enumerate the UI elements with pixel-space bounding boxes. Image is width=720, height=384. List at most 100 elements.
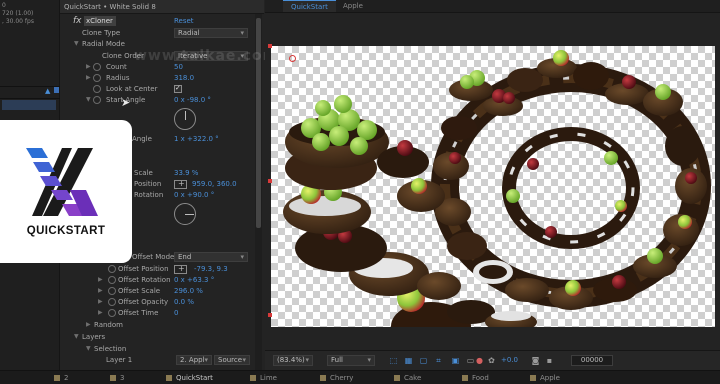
prop-radius: ▶ Radius 318.0 <box>60 73 264 84</box>
composition-viewer[interactable] <box>265 13 720 350</box>
twirl-right-icon[interactable]: ▶ <box>86 74 91 81</box>
position-target-icon[interactable] <box>174 179 187 189</box>
prop-offset-position: Offset Position -79.3, 9.3 <box>60 264 264 275</box>
stopwatch-icon[interactable] <box>93 85 101 93</box>
stopwatch-icon[interactable] <box>108 309 116 317</box>
exposure-reset-icon[interactable]: ✿ <box>487 356 496 365</box>
offset-rotation-value[interactable]: 0 x +63.3 ° <box>174 276 214 284</box>
twirl-right-icon[interactable]: ▶ <box>98 276 103 283</box>
prop-label: Layer 1 <box>106 356 133 364</box>
region-icon[interactable]: ⬚ <box>389 356 398 365</box>
start-angle-dial[interactable] <box>174 108 196 130</box>
layer-handle[interactable] <box>268 313 272 317</box>
layer-dropdown[interactable]: 2. Appl <box>176 355 212 365</box>
prop-offset-rotation: ▶ Offset Rotation 0 x +63.3 ° <box>60 275 264 286</box>
label-color-icon[interactable] <box>54 87 59 93</box>
position-value[interactable]: 959.0, 360.0 <box>192 180 237 188</box>
twirl-right-icon[interactable]: ▶ <box>98 298 103 305</box>
twirl-down-icon[interactable]: ▼ <box>74 333 79 340</box>
comp-icon <box>54 375 60 381</box>
rotation-value[interactable]: 0 x +90.0 ° <box>174 191 214 199</box>
position-target-icon[interactable] <box>174 264 187 274</box>
zoom-dropdown[interactable]: (83.4%) <box>273 355 313 366</box>
quickstart-wordmark: QUICKSTART <box>26 225 106 237</box>
group-layers[interactable]: ▼ Layers <box>60 332 264 343</box>
group-label: Radial Mode <box>82 40 125 48</box>
exposure-value[interactable]: +0.0 <box>501 356 518 364</box>
crop-icon[interactable]: ⌗ <box>434 356 443 365</box>
project-item-selected[interactable] <box>2 100 56 110</box>
timeline-tab[interactable]: Cake <box>394 373 421 383</box>
stopwatch-icon[interactable] <box>108 298 116 306</box>
timeline-tab[interactable]: Food <box>462 373 489 383</box>
fx-toggle-icon[interactable]: fx <box>73 16 82 26</box>
guides-icon[interactable]: ▣ <box>451 356 460 365</box>
stopwatch-icon[interactable] <box>93 63 101 71</box>
count-value[interactable]: 50 <box>174 63 183 71</box>
look-at-center-checkbox[interactable] <box>174 84 182 93</box>
angle-value[interactable]: 1 x +322.0 ° <box>174 135 219 143</box>
rotation-dial[interactable] <box>174 203 196 225</box>
prop-label: Angle <box>132 135 152 143</box>
tab-quickstart[interactable]: QuickStart <box>283 0 336 12</box>
tab-apple[interactable]: Apple <box>335 0 371 12</box>
prop-clone-type: Clone Type Radial <box>60 28 264 39</box>
anchor-point-icon[interactable] <box>289 55 296 62</box>
stopwatch-icon[interactable] <box>108 276 116 284</box>
timeline-tab[interactable]: 2 <box>54 373 68 383</box>
twirl-right-icon[interactable]: ▶ <box>98 287 103 294</box>
timeline-tab-quickstart[interactable]: QuickStart <box>166 373 213 383</box>
camera-icon[interactable]: ◙ <box>531 356 540 365</box>
effect-name[interactable]: xCloner <box>84 16 116 26</box>
twirl-down-icon[interactable]: ▼ <box>74 40 79 47</box>
channel-icon[interactable]: ● <box>475 356 484 365</box>
offset-opacity-value[interactable]: 0.0 % <box>174 298 194 306</box>
prop-label: Offset Time <box>118 309 159 317</box>
twirl-right-icon[interactable]: ▶ <box>86 63 91 70</box>
group-selection[interactable]: ▼ Selection <box>60 344 264 355</box>
prop-label: Radius <box>106 74 130 82</box>
source-dropdown[interactable]: Source <box>214 355 250 365</box>
stopwatch-icon[interactable] <box>93 96 101 104</box>
prop-label: Offset Position <box>118 265 169 273</box>
timeline-tab[interactable]: Cherry <box>320 373 353 383</box>
sort-arrow-icon[interactable]: ▲ <box>45 87 50 95</box>
project-divider <box>0 86 60 87</box>
timeline-tab[interactable]: Lime <box>250 373 277 383</box>
layer-handle[interactable] <box>268 44 272 48</box>
prop-label: Clone Type <box>82 29 121 37</box>
composition-canvas[interactable] <box>271 46 715 327</box>
twirl-right-icon[interactable]: ▶ <box>98 309 103 316</box>
mask-icon[interactable]: ▢ <box>419 356 428 365</box>
radial-clone-artwork <box>283 50 711 327</box>
offset-time-value[interactable]: 0 <box>174 309 178 317</box>
offset-position-value[interactable]: -79.3, 9.3 <box>194 265 228 273</box>
timeline-tab[interactable]: 3 <box>110 373 124 383</box>
offset-mode-dropdown[interactable]: End <box>174 252 248 262</box>
timecode-field[interactable]: 00000 <box>571 355 613 366</box>
stopwatch-icon[interactable] <box>108 265 116 273</box>
twirl-right-icon[interactable]: ▶ <box>86 321 91 328</box>
offset-scale-value[interactable]: 296.0 % <box>174 287 203 295</box>
prop-label: Offset Mode <box>132 253 175 261</box>
show-snapshot-icon[interactable]: ▪ <box>545 356 554 365</box>
scale-value[interactable]: 33.9 % <box>174 169 198 177</box>
resolution-dropdown[interactable]: Full <box>327 355 375 366</box>
group-random[interactable]: ▶ Random <box>60 320 264 331</box>
channel-icon[interactable]: ▭ <box>466 356 475 365</box>
timeline-tab[interactable]: Apple <box>530 373 560 383</box>
stopwatch-icon[interactable] <box>93 74 101 82</box>
twirl-down-icon[interactable]: ▼ <box>86 345 91 352</box>
start-angle-value[interactable]: 0 x -98.0 ° <box>174 96 211 104</box>
project-info-line-1: 0 <box>2 2 6 9</box>
clone-type-dropdown[interactable]: Radial <box>174 28 248 38</box>
twirl-down-icon[interactable]: ▼ <box>86 96 91 103</box>
layer-handle[interactable] <box>268 179 272 183</box>
radius-value[interactable]: 318.0 <box>174 74 194 82</box>
effect-controls-scrollbar[interactable] <box>255 14 262 370</box>
reset-button[interactable]: Reset <box>174 17 194 25</box>
x-logo-icon <box>26 148 98 216</box>
comp-icon <box>320 375 326 381</box>
transparency-grid-icon[interactable]: ▦ <box>404 356 413 365</box>
stopwatch-icon[interactable] <box>108 287 116 295</box>
